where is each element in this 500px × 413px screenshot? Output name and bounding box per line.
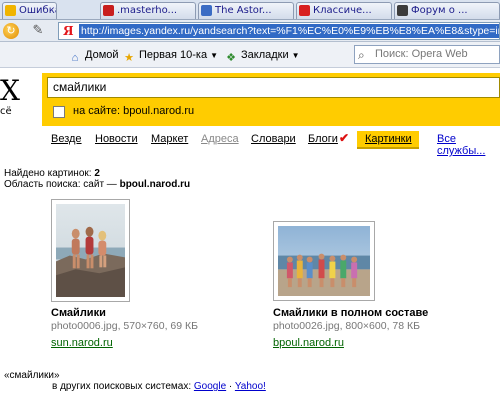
checkmark-icon: ✔ (339, 131, 350, 145)
m-site-icon (103, 5, 114, 16)
bookmark-home[interactable]: ⌂ Домой (68, 46, 119, 64)
other-engines-line: в других поисковых системах: Google · Ya… (52, 381, 266, 392)
yandex-logo[interactable]: X (0, 74, 20, 107)
bookmark-bookmarks[interactable]: ❖ Закладки ▼ (224, 46, 300, 64)
tab-classic[interactable]: Классиче... (296, 2, 392, 19)
bookmarks-toolbar: ⌂ Домой ★ Первая 10-ка ▼ ❖ Закладки ▼ ⌕ Поиск… (0, 42, 500, 68)
yandex-logo-icon: Я (63, 24, 74, 38)
dropdown-arrow-icon: ▼ (210, 51, 218, 60)
bookmark-label: Первая 10-ка (139, 49, 208, 61)
tab-label: Форум о ... (411, 5, 468, 16)
found-count-line: Найдено картинок: 2 (4, 168, 100, 179)
result-site-link[interactable]: sun.narod.ru (51, 337, 113, 349)
warning-icon (5, 5, 16, 16)
other-engines-query: «смайлики» (4, 370, 60, 381)
edit-icon[interactable]: ✎ (30, 23, 46, 39)
other-engines-label: в других поисковых системах: (52, 381, 192, 392)
tab-error[interactable]: Ошибка (2, 2, 57, 19)
photo-group-beach (278, 226, 370, 296)
separator: · (228, 381, 233, 392)
opera-search-input[interactable]: ⌕ Поиск: Opera Web (354, 45, 500, 64)
star-icon: ★ (124, 52, 134, 64)
found-count: 2 (94, 168, 100, 179)
tab-label: The Astor... (215, 5, 272, 16)
service-link-addresses[interactable]: Адреса (201, 133, 239, 145)
area-site: bpoul.narod.ru (119, 179, 191, 190)
service-tab-images-label: Картинки (365, 133, 412, 145)
photo-girls-rocks (56, 204, 125, 297)
result-thumbnail[interactable] (273, 221, 375, 301)
bookmarks-icon: ❖ (226, 52, 236, 64)
search-area-line: Область поиска: сайт — bpoul.narod.ru (4, 179, 190, 190)
google-link[interactable]: Google (194, 381, 226, 392)
service-link-everywhere[interactable]: Везде (51, 133, 82, 145)
all-services-link[interactable]: Все службы... (437, 133, 500, 157)
service-link-market[interactable]: Маркет (151, 133, 188, 145)
bookmark-label: Закладки (241, 49, 289, 61)
address-toolbar: ↻ ✎ Я http://images.yandex.ru/yandsearch… (0, 20, 500, 42)
tab-label: Классиче... (313, 5, 372, 16)
result-meta: photo0006.jpg, 570×760, 69 КБ (51, 320, 199, 332)
tab-label: .masterho... (117, 5, 178, 16)
tab-bar: Ошибка .masterho... The Astor... Классич… (0, 0, 500, 20)
forum-icon (397, 5, 408, 16)
result-title: Смайлики в полном составе (273, 307, 429, 319)
services-nav: Везде Новости Маркет Адреса Словари Блог… (0, 131, 500, 157)
result-site-link[interactable]: bpoul.narod.ru (273, 337, 344, 349)
tab-masterhost[interactable]: .masterho... (100, 2, 196, 19)
tab-forum[interactable]: Форум о ... (394, 2, 500, 19)
home-icon: ⌂ (71, 52, 79, 64)
page-icon (201, 5, 212, 16)
bookmark-label: Домой (85, 49, 119, 61)
tab-astor[interactable]: The Astor... (198, 2, 294, 19)
star-site-icon (299, 5, 310, 16)
dropdown-arrow-icon: ▼ (291, 51, 300, 60)
result-title: Смайлики (51, 307, 106, 319)
service-link-blogs[interactable]: Блоги (308, 133, 338, 145)
area-label: Область поиска: сайт — (4, 179, 117, 190)
search-icon: ⌕ (358, 48, 365, 62)
result-meta: photo0026.jpg, 800×600, 78 КБ (273, 320, 421, 332)
service-tab-images[interactable]: Картинки (357, 131, 419, 149)
logo-subtext: сё (0, 106, 12, 117)
found-label: Найдено картинок: (4, 168, 92, 179)
bookmark-top10[interactable]: ★ Первая 10-ка ▼ (122, 46, 218, 64)
yahoo-link[interactable]: Yahoo! (235, 381, 266, 392)
site-only-label: на сайте: bpoul.narod.ru (73, 105, 195, 117)
result-thumbnail[interactable] (51, 199, 130, 302)
reload-icon[interactable]: ↻ (3, 23, 19, 39)
tab-label: Ошибка (19, 5, 57, 16)
service-link-news[interactable]: Новости (95, 133, 138, 145)
site-only-checkbox[interactable] (53, 106, 65, 118)
address-bar[interactable]: Я http://images.yandex.ru/yandsearch?tex… (58, 22, 500, 40)
search-input[interactable]: смайлики (47, 77, 500, 98)
address-url[interactable]: http://images.yandex.ru/yandsearch?text=… (79, 24, 499, 38)
opera-search-placeholder: Поиск: Opera Web (375, 48, 468, 60)
service-link-dictionaries[interactable]: Словари (251, 133, 296, 145)
